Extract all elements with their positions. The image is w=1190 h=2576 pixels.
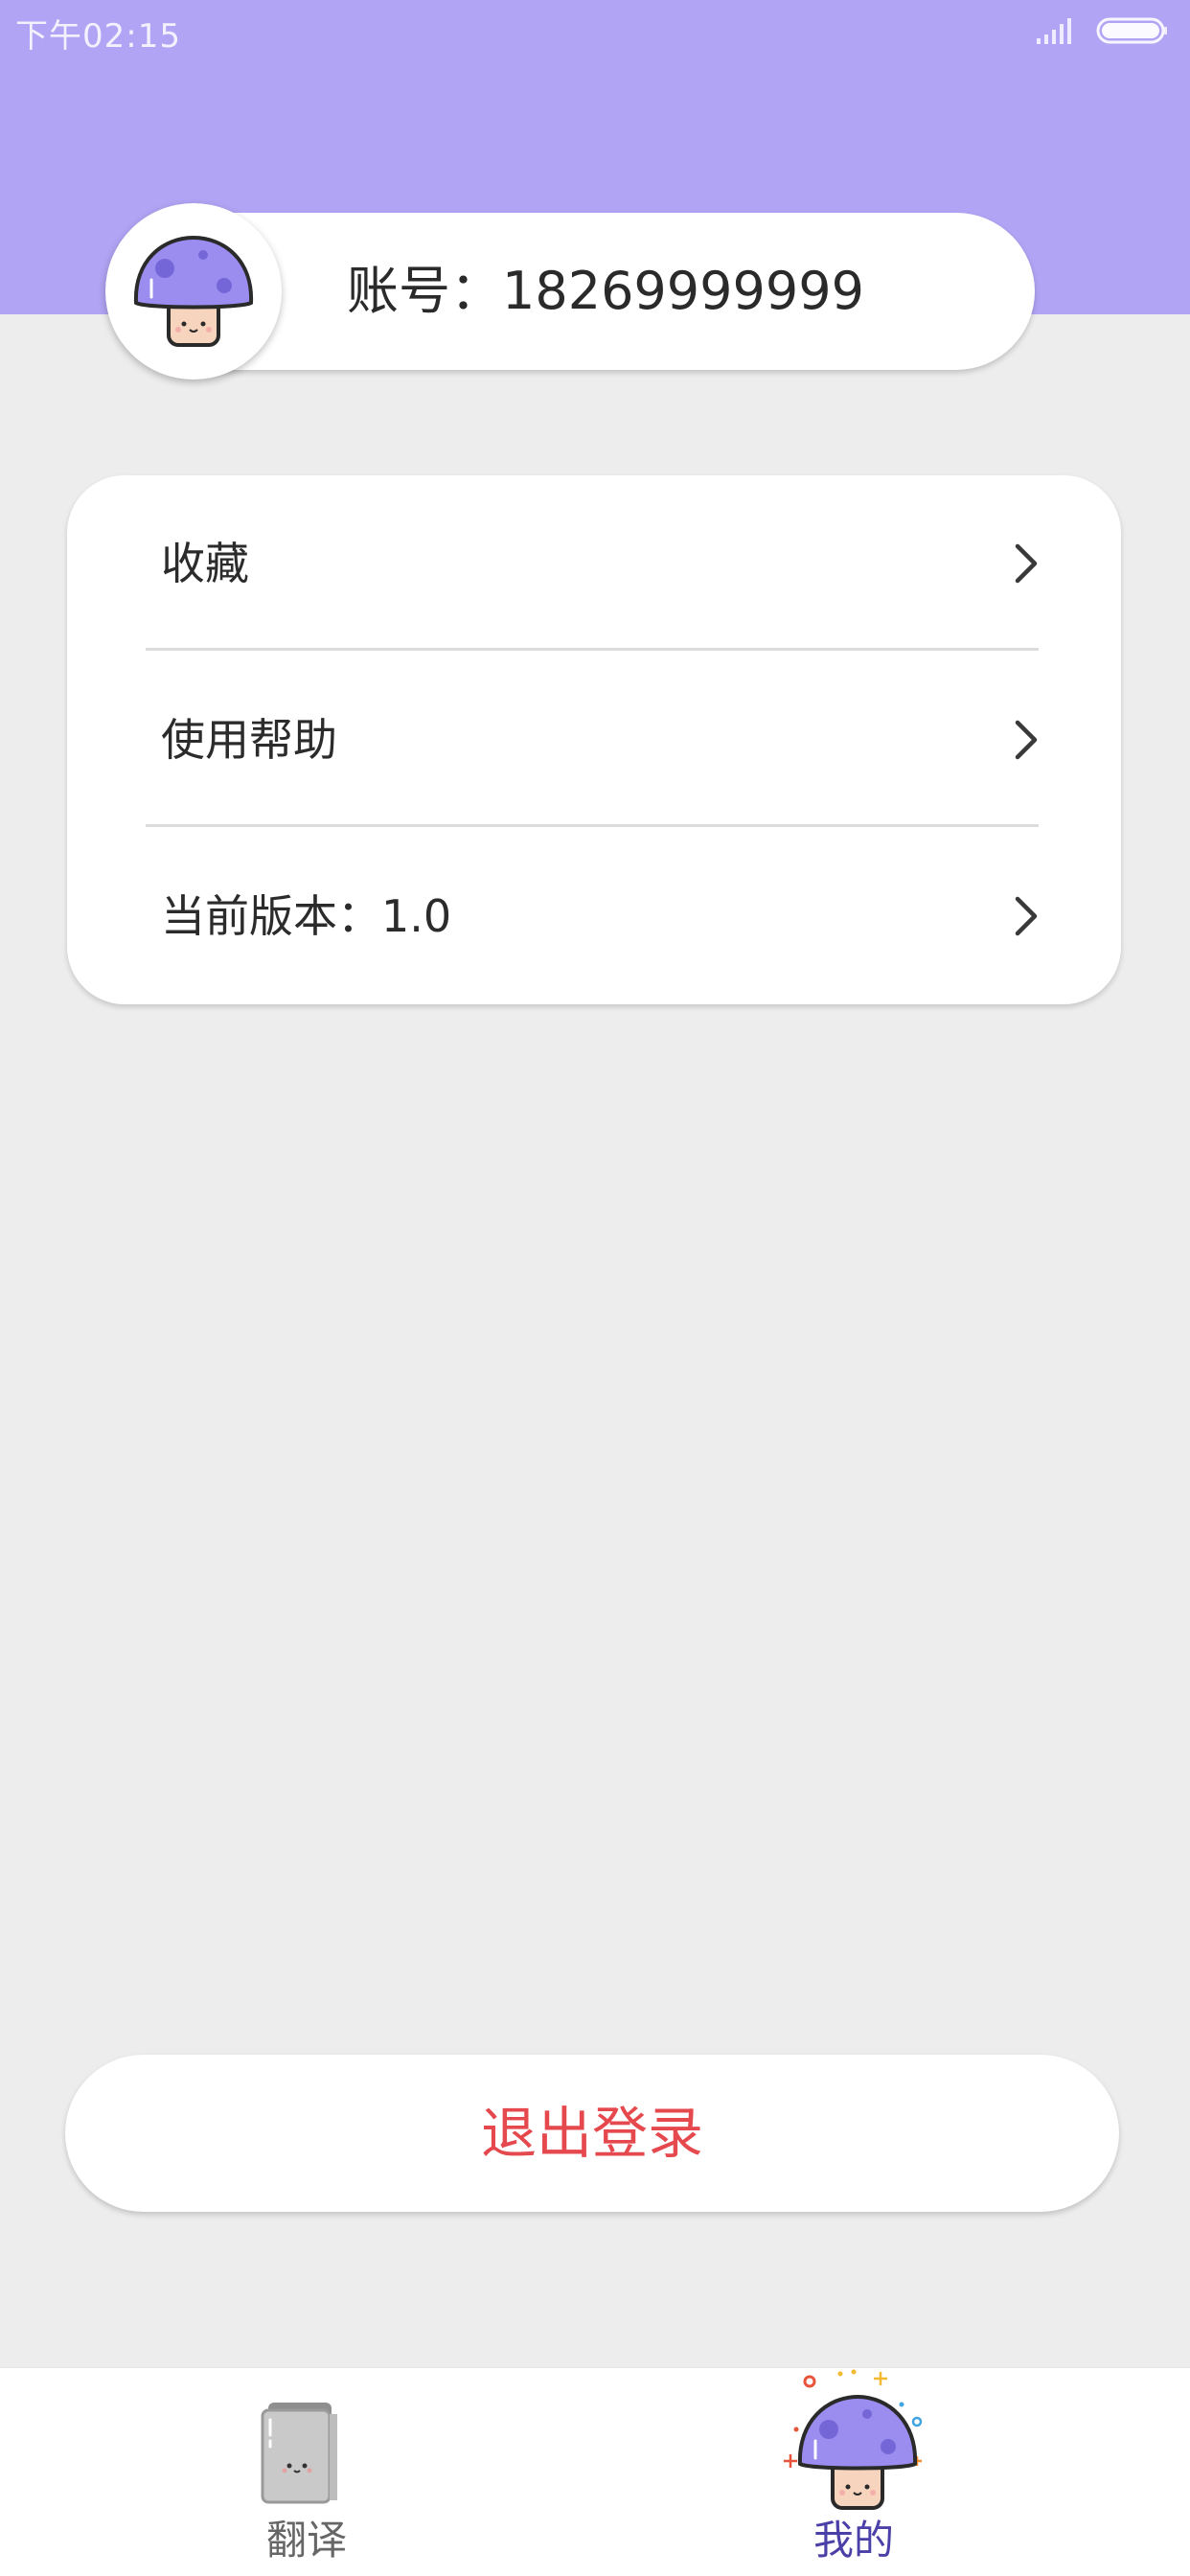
menu-item-label: 收藏 [161, 538, 249, 589]
chevron-right-icon [1015, 720, 1038, 760]
mushroom-avatar-icon [133, 235, 254, 347]
menu-item-favorites[interactable]: 收藏 [67, 475, 1121, 652]
menu-item-version[interactable]: 当前版本：1.0 [67, 828, 1121, 1004]
menu-item-label: 使用帮助 [161, 714, 337, 766]
status-bar: 下午02:15 [0, 0, 1190, 61]
logout-button[interactable]: 退出登录 [65, 2055, 1119, 2212]
divider [146, 648, 1039, 651]
chevron-right-icon [1015, 896, 1038, 936]
signal-icon [1037, 18, 1071, 44]
menu-item-label: 当前版本：1.0 [161, 890, 452, 942]
account-number: 账号：18269999999 [347, 261, 864, 321]
mushroom-icon [784, 2369, 923, 2510]
battery-icon [1096, 17, 1167, 44]
tab-label: 翻译 [265, 2517, 347, 2564]
menu-item-help[interactable]: 使用帮助 [67, 652, 1121, 828]
tab-mine[interactable]: 我的 [595, 2368, 1190, 2576]
avatar[interactable] [105, 203, 282, 380]
tab-label: 我的 [812, 2517, 894, 2564]
menu-card: 收藏 使用帮助 当前版本：1.0 [67, 475, 1121, 1004]
bottom-tab-bar: 翻译 我的 [0, 2367, 1190, 2576]
tab-translate[interactable]: 翻译 [0, 2368, 595, 2576]
status-time: 下午02:15 [15, 17, 181, 56]
chevron-right-icon [1015, 543, 1038, 584]
profile-screen: 下午02:15 账号：18269999999 收藏 使用帮助 当前版本：1.0 … [0, 0, 1190, 2576]
book-icon [261, 2403, 337, 2504]
divider [146, 824, 1039, 827]
